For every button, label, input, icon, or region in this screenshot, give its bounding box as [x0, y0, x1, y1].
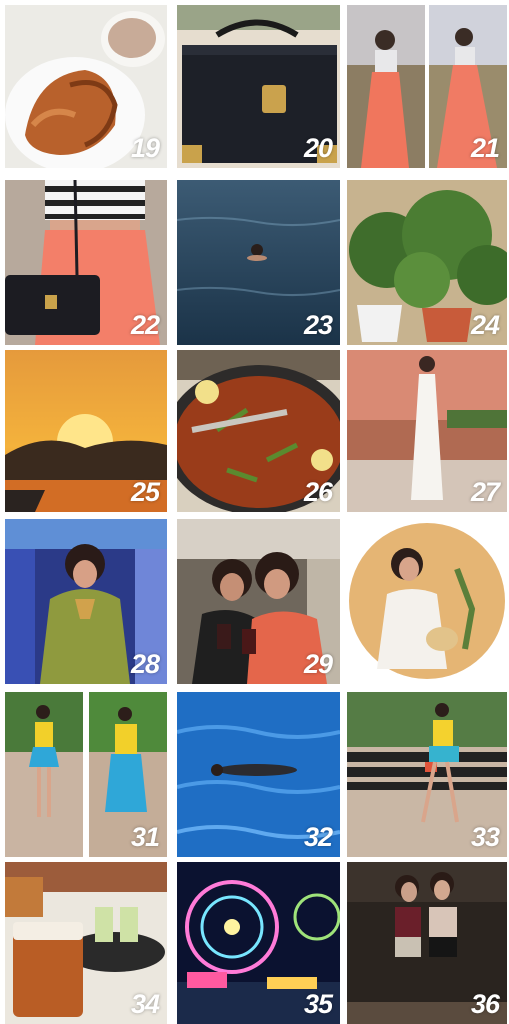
photo-yellow-top-blue-skirt-pair: 31 — [5, 692, 167, 857]
photo-croissants-coffee: 19 — [5, 5, 167, 168]
photo-white-dress: 27 — [347, 350, 507, 512]
photo-party-night: 28 — [5, 519, 167, 684]
photo-number: 25 — [130, 477, 160, 507]
photo-two-friends-night: 36 — [347, 862, 507, 1024]
photo-two-friends-drinks: 29 — [177, 519, 340, 684]
photo-number: 34 — [130, 989, 160, 1019]
photo-potted-plants: 24 — [347, 180, 507, 345]
photo-number: 23 — [303, 310, 333, 340]
photo-beer-drinks: 34 — [5, 862, 167, 1024]
photo-number: 20 — [303, 133, 333, 163]
photo-number: 31 — [130, 822, 160, 852]
photo-number: 24 — [470, 310, 500, 340]
photo-number: 36 — [470, 989, 500, 1019]
photo-number: 35 — [303, 989, 333, 1019]
photo-swimming-sea: 23 — [177, 180, 340, 345]
photo-paella: 26 — [177, 350, 340, 512]
circle-portrait-image — [347, 519, 507, 684]
photo-number: 27 — [470, 477, 500, 507]
photo-number: 21 — [470, 133, 500, 163]
photo-striped-top-bag: 22 — [5, 180, 167, 345]
photo-black-handbag: 20 — [177, 5, 340, 168]
photo-number: 19 — [130, 133, 160, 163]
photo-outfit-coral-skirt-pair: 21 — [347, 5, 507, 168]
photo-sunset-sea: 25 — [5, 350, 167, 512]
photo-pool-swimming: 32 — [177, 692, 340, 857]
photo-circle-portrait: 29 — [347, 519, 507, 684]
photo-bench-outfit: 33 — [347, 692, 507, 857]
photo-number: 22 — [130, 310, 160, 340]
photo-number: 28 — [130, 649, 160, 679]
photo-number: 26 — [303, 477, 333, 507]
photo-ferris-wheel-night: 35 — [177, 862, 340, 1024]
photo-number: 29 — [303, 649, 333, 679]
photo-number: 33 — [470, 822, 500, 852]
photo-number: 32 — [303, 822, 333, 852]
